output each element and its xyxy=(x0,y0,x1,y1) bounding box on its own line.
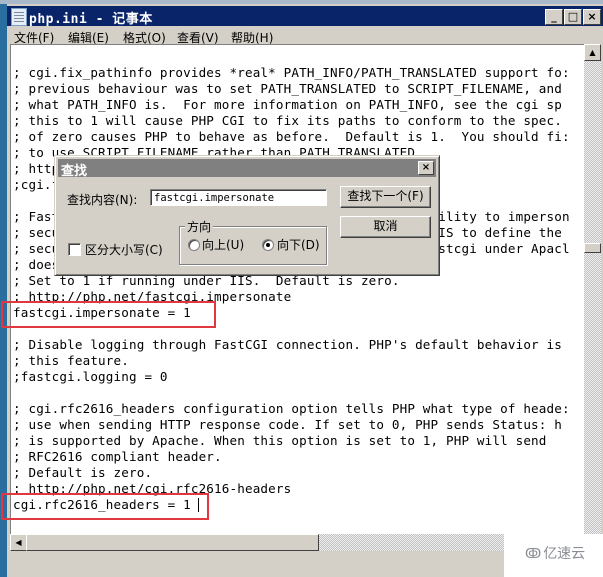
direction-label: 方向 xyxy=(185,218,214,235)
text-line: ; RFC2616 compliant header. xyxy=(13,449,222,464)
text-line: ; is supported by Apache. When this opti… xyxy=(13,433,547,448)
desktop-edge xyxy=(0,4,7,577)
text-line: ; previous behaviour was to set PATH_TRA… xyxy=(13,81,562,96)
match-case-checkbox[interactable] xyxy=(68,243,81,256)
find-dialog-close-button[interactable]: × xyxy=(418,161,434,175)
highlight-box-rfc2616 xyxy=(1,493,209,520)
text-line: ; use when sending HTTP response code. I… xyxy=(13,417,562,432)
direction-group: 方向 向上(U) 向下(D) xyxy=(179,218,327,265)
find-next-button[interactable]: 查找下一个(F) xyxy=(340,186,431,208)
title-bar[interactable]: php.ini - 记事本 _ □ × xyxy=(7,6,603,27)
horizontal-scroll-thumb[interactable] xyxy=(26,534,319,551)
cancel-button[interactable]: 取消 xyxy=(340,216,431,238)
text-line: ; this to 1 will cause PHP CGI to fix it… xyxy=(13,113,562,128)
watermark-text: 亿速云 xyxy=(543,546,586,562)
text-line: ; this feature. xyxy=(13,353,129,368)
close-button[interactable]: × xyxy=(583,9,601,25)
text-editor[interactable]: ; cgi.fix_pathinfo provides *real* PATH_… xyxy=(10,44,585,535)
direction-up-label[interactable]: 向上(U) xyxy=(202,236,244,253)
notepad-icon xyxy=(11,8,27,26)
vertical-scroll-thumb[interactable] xyxy=(584,243,601,253)
cloud-logo-icon: ↂ xyxy=(525,547,542,562)
menu-bar: 文件(F) 编辑(E) 格式(O) 查看(V) 帮助(H) xyxy=(7,26,603,46)
window-title: php.ini - 记事本 xyxy=(29,12,153,27)
scroll-left-arrow-icon[interactable]: ◀ xyxy=(10,534,27,551)
text-line: ; Disable logging through FastCGI connec… xyxy=(13,337,562,352)
text-line: ; Default is zero. xyxy=(13,465,153,480)
watermark: ↂ 亿速云 xyxy=(525,543,585,563)
vertical-scrollbar[interactable]: ▲ xyxy=(584,44,601,534)
direction-up-radio[interactable] xyxy=(188,239,200,251)
find-what-label: 查找内容(N): xyxy=(67,193,138,207)
find-what-input[interactable]: fastcgi.impersonate xyxy=(150,189,327,206)
find-dialog-title-bar[interactable]: 查找 × xyxy=(58,159,436,179)
highlight-box-impersonate xyxy=(1,301,216,328)
horizontal-scrollbar[interactable]: ◀ xyxy=(10,534,504,551)
maximize-button[interactable]: □ xyxy=(564,9,582,25)
text-line: ;fastcgi.logging = 0 xyxy=(13,369,168,384)
minimize-button[interactable]: _ xyxy=(545,9,563,25)
text-line: ; cgi.rfc2616_headers configuration opti… xyxy=(13,401,570,416)
match-case-label[interactable]: 区分大小写(C) xyxy=(85,241,163,258)
direction-down-label[interactable]: 向下(D) xyxy=(277,236,320,253)
text-line: ; cgi.fix_pathinfo provides *real* PATH_… xyxy=(13,65,570,80)
scroll-up-arrow-icon[interactable]: ▲ xyxy=(584,44,601,61)
find-dialog: 查找 × 查找内容(N): fastcgi.impersonate 查找下一个(… xyxy=(54,155,440,276)
text-line: ; of zero causes PHP to behave as before… xyxy=(13,129,570,144)
find-dialog-title: 查找 xyxy=(61,164,88,179)
text-line: ; what PATH_INFO is. For more informatio… xyxy=(13,97,562,112)
direction-down-radio[interactable] xyxy=(262,239,274,251)
